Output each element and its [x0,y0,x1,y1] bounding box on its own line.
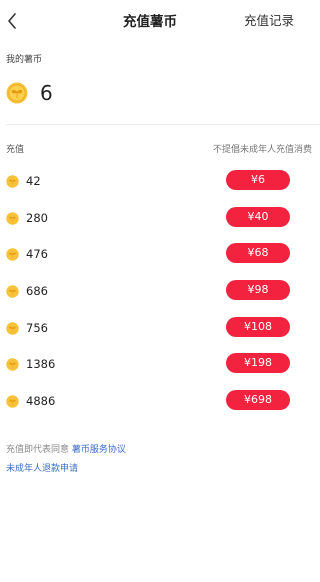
minor-notice: 不提倡未成年人充值消费 [212,145,312,155]
coin-icon [6,211,19,225]
recharge-label: 充值 [6,145,25,155]
recharge-option: 756 ¥108 [0,316,300,354]
divider [6,124,320,125]
coin-icon [6,358,19,372]
coin-amount: 4886 [26,394,56,409]
coin-amount: 686 [26,284,48,299]
recharge-option: 42 ¥6 [0,170,300,207]
coin-icon [6,285,19,298]
coin-amount: 280 [26,210,48,225]
coin-icon [6,248,19,262]
coin-amount: 42 [26,174,41,188]
agreement-text: 充值即代表同意 薯币服务协议 [6,442,126,455]
top-bar: 充值薯币 充值记录 [0,0,300,40]
coin-amount: 756 [26,320,48,335]
my-coins-label: 我的薯币 [6,55,43,65]
recharge-option: 1386 ¥198 [0,353,300,390]
agreement-prefix: 充值即代表同意 [6,445,72,455]
balance-display: 6 [6,79,53,107]
recharge-option: 476 ¥68 [0,243,300,280]
price-button[interactable]: ¥98 [226,280,290,301]
coin-icon [6,395,19,408]
list-header: 充值 不提倡未成年人充值消费 [6,142,312,155]
recharge-options: 42 ¥6 280 ¥40 476 ¥68 686 ¥98 756 ¥108 1… [0,170,300,427]
coin-amount: 476 [26,247,48,262]
price-button[interactable]: ¥68 [226,243,290,264]
recharge-option: 280 ¥40 [0,206,300,244]
price-button[interactable]: ¥108 [226,316,290,337]
recharge-option: 4886 ¥698 [0,390,300,427]
minor-refund-link[interactable]: 未成年人退款申请 [6,461,78,474]
recharge-record-link[interactable]: 充值记录 [244,10,294,29]
recharge-option: 686 ¥98 [0,280,300,317]
balance-value: 6 [40,81,53,105]
price-button[interactable]: ¥698 [226,390,290,411]
price-button[interactable]: ¥6 [226,170,290,190]
coin-icon [6,322,19,335]
coin-service-agreement-link[interactable]: 薯币服务协议 [72,445,126,455]
coin-icon [6,82,28,104]
price-button[interactable]: ¥198 [226,353,290,374]
coin-icon [6,175,19,188]
coin-amount: 1386 [26,357,56,372]
price-button[interactable]: ¥40 [226,206,290,227]
